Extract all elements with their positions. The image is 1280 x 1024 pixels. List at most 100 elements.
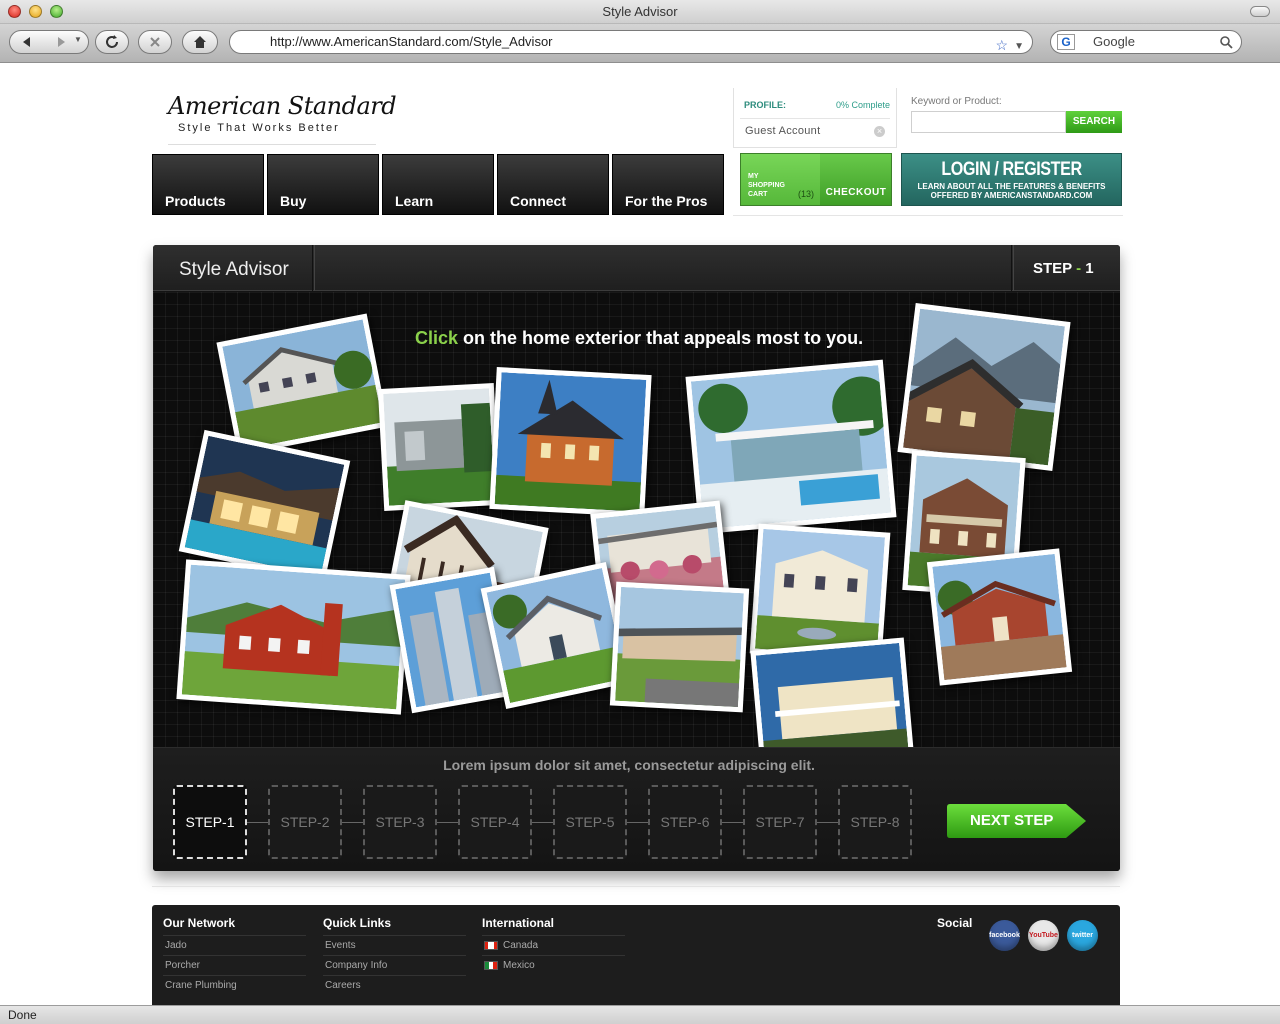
house-photo-victorian-orange[interactable] [489, 367, 652, 517]
address-icons: ☆ ▼ [996, 34, 1024, 58]
profile-completion: 0% Complete [835, 100, 890, 110]
magnifier-icon[interactable] [1220, 34, 1233, 56]
cart-label-line2: SHOPPING [748, 182, 785, 189]
back-icon[interactable] [20, 35, 34, 49]
close-icon[interactable]: × [874, 126, 885, 137]
header-separator [1011, 245, 1014, 291]
footer-link-canada[interactable]: Canada [482, 935, 625, 955]
footer-our-network: Our Network Jado Porcher Crane Plumbing [163, 916, 306, 995]
youtube-icon[interactable]: YouTube [1028, 920, 1059, 951]
advisor-title: Style Advisor [179, 259, 289, 280]
house-photo-cape-cod[interactable] [480, 562, 632, 709]
canada-flag-icon [484, 941, 498, 950]
forward-icon[interactable] [54, 35, 68, 49]
footer-heading: Quick Links [323, 916, 392, 930]
step-connector [247, 821, 268, 823]
step-5-box[interactable]: STEP-5 [553, 785, 627, 859]
product-search: Keyword or Product: SEARCH [903, 88, 1123, 148]
reload-icon [104, 34, 120, 50]
header-separator [312, 245, 315, 291]
address-bar[interactable]: http://www.AmericanStandard.com/Style_Ad… [229, 30, 1033, 54]
web-search-placeholder: Google [1093, 34, 1135, 49]
advisor-caption: Lorem ipsum dolor sit amet, consectetur … [443, 757, 815, 773]
advisor-header: Style Advisor STEP - 1 [153, 245, 1120, 291]
nav-item-for-the-pros[interactable]: For the Pros [612, 154, 724, 215]
address-dropdown-icon[interactable]: ▼ [1014, 36, 1024, 58]
footer-heading: Our Network [163, 916, 236, 930]
step-word: STEP [1033, 260, 1072, 277]
footer-link-company-info[interactable]: Company Info [323, 955, 466, 975]
brand-tagline: Style That Works Better [178, 122, 340, 134]
search-input[interactable] [911, 111, 1066, 133]
footer-link-jado[interactable]: Jado [163, 935, 306, 955]
step-2-box[interactable]: STEP-2 [268, 785, 342, 859]
step-6-box[interactable]: STEP-6 [648, 785, 722, 859]
window-titlebar: Style Advisor [0, 0, 1280, 24]
step-connector [817, 821, 838, 823]
reload-button[interactable] [95, 30, 129, 54]
step-1-box[interactable]: STEP-1 [173, 785, 247, 859]
house-photo-infinity-pool[interactable] [178, 429, 351, 583]
home-icon [192, 34, 208, 50]
search-engine-icon[interactable]: G [1057, 34, 1075, 50]
search-button[interactable]: SEARCH [1066, 111, 1122, 133]
nav-item-buy[interactable]: Buy [267, 154, 379, 215]
footer-link-careers[interactable]: Careers [323, 975, 466, 995]
house-photo-modern-concrete[interactable] [377, 383, 501, 511]
step-connector [532, 821, 553, 823]
step-tracker: STEP-1 STEP-2 STEP-3 STEP-4 STEP-5 STEP-… [173, 785, 912, 859]
house-photo-ranch[interactable] [609, 581, 750, 713]
cart-label-line3: CART [748, 191, 768, 198]
login-subtitle-line2: OFFERED BY AMERICANSTANDARD.COM [930, 191, 1093, 200]
footer-link-porcher[interactable]: Porcher [163, 955, 306, 975]
logo-divider [168, 144, 376, 145]
footer-international: International Canada Mexico [482, 916, 625, 975]
cart-summary[interactable]: MY SHOPPING CART (13) [741, 154, 820, 205]
cart-count: (13) [798, 189, 815, 199]
step-3-box[interactable]: STEP-3 [363, 785, 437, 859]
facebook-icon[interactable]: facebook [989, 920, 1020, 951]
step-connector [437, 821, 458, 823]
web-search-field[interactable]: G Google [1050, 30, 1242, 54]
footer-link-mexico[interactable]: Mexico [482, 955, 625, 975]
cart-label-line1: MY [748, 173, 759, 180]
page-content: American Standard Style That Works Bette… [0, 64, 1280, 1005]
house-photo-mountain-lodge[interactable] [897, 303, 1071, 471]
brand-logo[interactable]: American Standard Style That Works Bette… [168, 92, 397, 134]
footer-divider [152, 886, 1120, 887]
twitter-icon[interactable]: twitter [1067, 920, 1098, 951]
nav-item-learn[interactable]: Learn [382, 154, 494, 215]
next-step-button[interactable]: NEXT STEP [947, 804, 1087, 838]
house-photo-colonial-grey[interactable] [216, 313, 389, 456]
step-connector [342, 821, 363, 823]
nav-item-connect[interactable]: Connect [497, 154, 609, 215]
account-divider [740, 118, 890, 119]
bookmark-star-icon[interactable]: ☆ [996, 34, 1009, 58]
profile-label: PROFILE: [744, 100, 786, 110]
header-divider [733, 215, 1123, 216]
footer-link-events[interactable]: Events [323, 935, 466, 955]
prompt-text: on the home exterior that appeals most t… [458, 328, 864, 348]
cart-label: MY SHOPPING CART [748, 172, 785, 199]
advisor-prompt: Click on the home exterior that appeals … [415, 328, 863, 349]
window-title: Style Advisor [602, 4, 678, 19]
history-dropdown-icon[interactable]: ▼ [74, 35, 82, 44]
checkout-button[interactable]: CHECKOUT [820, 187, 892, 198]
prompt-accent: Click [415, 328, 459, 348]
nav-item-products[interactable]: Products [152, 154, 264, 215]
house-photo-brick-bungalow[interactable] [926, 548, 1073, 686]
login-subtitle-line1: LEARN ABOUT ALL THE FEATURES & BENEFITS [917, 182, 1106, 191]
shopping-cart[interactable]: MY SHOPPING CART (13) CHECKOUT [740, 153, 892, 206]
step-connector [627, 821, 648, 823]
toolbar-toggle-button[interactable] [1250, 6, 1270, 17]
step-8-box[interactable]: STEP-8 [838, 785, 912, 859]
step-4-box[interactable]: STEP-4 [458, 785, 532, 859]
house-photo-red-barn[interactable] [176, 559, 411, 715]
step-connector [722, 821, 743, 823]
login-register-button[interactable]: LOGIN / REGISTER LEARN ABOUT ALL THE FEA… [901, 153, 1122, 206]
footer-link-crane-plumbing[interactable]: Crane Plumbing [163, 975, 306, 995]
profile-row[interactable]: PROFILE: 0% Complete [744, 100, 890, 110]
home-button[interactable] [182, 30, 218, 54]
stop-button[interactable] [138, 30, 172, 54]
step-7-box[interactable]: STEP-7 [743, 785, 817, 859]
